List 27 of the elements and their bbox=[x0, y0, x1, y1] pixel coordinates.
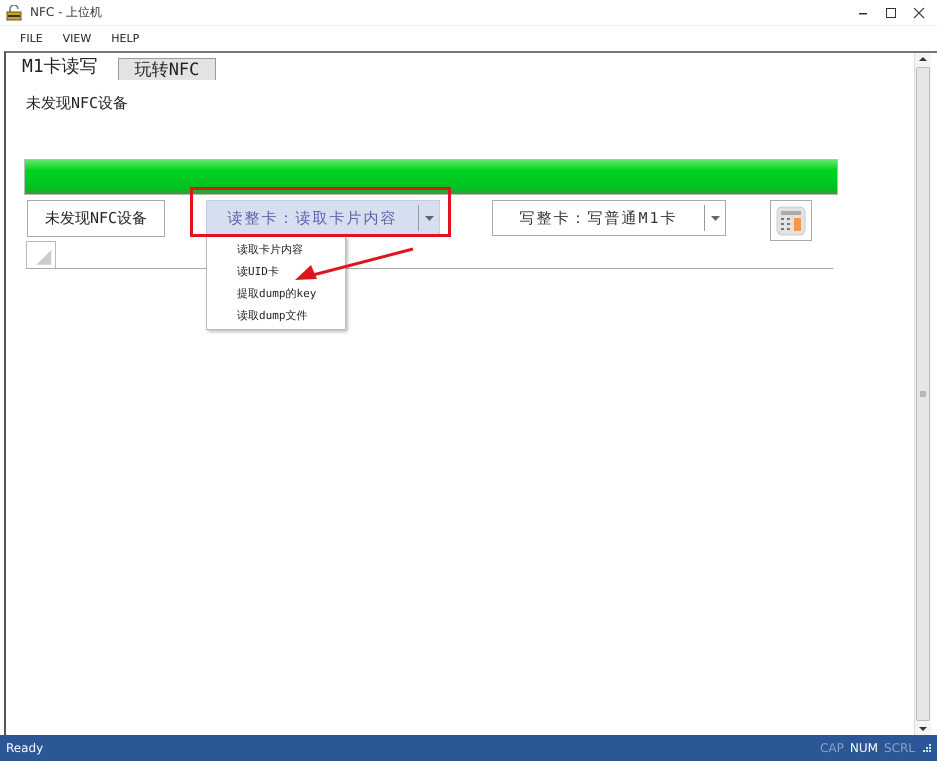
dropdown-option[interactable]: 读取卡片内容 bbox=[207, 239, 345, 261]
key-indicator: SCRL bbox=[884, 741, 915, 755]
menu-item[interactable]: FILE bbox=[12, 30, 51, 47]
status-text: Ready bbox=[6, 741, 44, 755]
calculator-icon bbox=[776, 206, 806, 236]
device-status-field: 未发现NFC设备 bbox=[27, 200, 165, 237]
tab[interactable]: 玩转NFC bbox=[118, 58, 216, 80]
device-status-label: 未发现NFC设备 bbox=[26, 94, 130, 114]
dropdown-value: 写整卡：写普通M1卡 bbox=[519, 208, 678, 228]
dropdown-field[interactable]: 写整卡：写普通M1卡 bbox=[492, 200, 726, 236]
dropdown-field[interactable]: 读整卡：读取卡片内容 bbox=[206, 200, 440, 236]
padlock-icon bbox=[6, 4, 22, 20]
caret-icon[interactable] bbox=[424, 216, 434, 220]
scrollbar-thumb[interactable] bbox=[916, 67, 930, 721]
dropdown-option[interactable]: 提取dump的key bbox=[207, 283, 345, 305]
key-indicator: NUM bbox=[850, 741, 878, 755]
dropdown-option[interactable]: 读UID卡 bbox=[207, 261, 345, 283]
calculator-button[interactable] bbox=[770, 200, 812, 241]
dropdown-value: 读整卡：读取卡片内容 bbox=[228, 208, 398, 228]
dropdown-option[interactable]: 读取dump文件 bbox=[207, 305, 345, 327]
key-indicator: CAP bbox=[820, 741, 844, 755]
menu-item[interactable]: VIEW bbox=[54, 30, 100, 47]
menu-item[interactable]: HELP bbox=[103, 30, 148, 47]
caret-icon[interactable] bbox=[710, 216, 720, 220]
window-title: NFC - 上位机 bbox=[30, 4, 104, 21]
resize-grip-icon[interactable] bbox=[923, 744, 931, 752]
resize-corner-icon bbox=[26, 241, 56, 268]
